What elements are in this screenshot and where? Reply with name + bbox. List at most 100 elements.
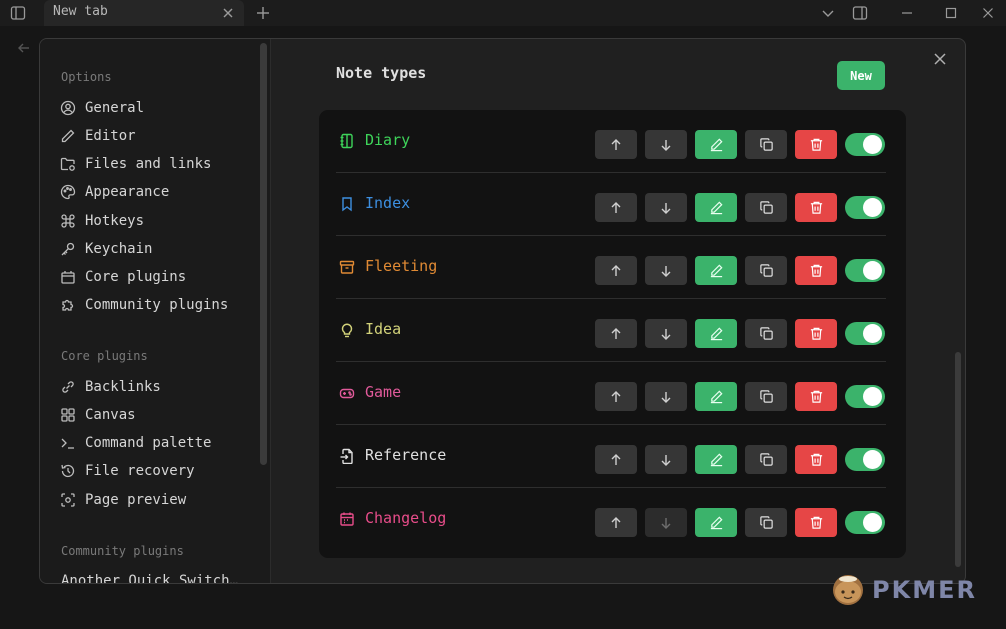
edit-button[interactable] xyxy=(695,193,737,222)
sidebar-item-keychain[interactable]: Keychain xyxy=(59,237,152,261)
settings-sidebar: Options General Editor Files and links A… xyxy=(40,39,271,583)
sidebar-item-community-plugins[interactable]: Community plugins xyxy=(59,293,228,317)
move-up-button[interactable] xyxy=(595,193,637,222)
move-up-button[interactable] xyxy=(595,319,637,348)
close-tab-icon[interactable] xyxy=(218,3,238,23)
watermark-text: PKMER xyxy=(872,576,977,604)
note-type-row: Index xyxy=(319,173,906,236)
note-type-row: Fleeting xyxy=(319,236,906,299)
enable-toggle[interactable] xyxy=(845,448,885,471)
sidebar-item-appearance[interactable]: Appearance xyxy=(59,180,169,204)
sidebar-item-label: Appearance xyxy=(85,184,170,200)
move-down-button[interactable] xyxy=(645,193,687,222)
move-down-button[interactable] xyxy=(645,382,687,411)
duplicate-button[interactable] xyxy=(745,130,787,159)
move-down-button[interactable] xyxy=(645,130,687,159)
duplicate-button[interactable] xyxy=(745,319,787,348)
chevron-down-icon[interactable] xyxy=(818,3,838,23)
duplicate-button[interactable] xyxy=(745,382,787,411)
move-down-button[interactable] xyxy=(645,508,687,537)
move-up-button[interactable] xyxy=(595,508,637,537)
enable-toggle[interactable] xyxy=(845,385,885,408)
maximize-icon[interactable] xyxy=(941,3,961,23)
tab-title: New tab xyxy=(53,4,108,19)
sidebar-item-files-and-links[interactable]: Files and links xyxy=(59,152,211,176)
user-circle-icon xyxy=(59,99,77,117)
delete-button[interactable] xyxy=(795,130,837,159)
tab-new-tab[interactable]: New tab xyxy=(44,0,244,26)
sidebar-toggle-icon[interactable] xyxy=(8,3,28,23)
edit-button[interactable] xyxy=(695,382,737,411)
edit-button[interactable] xyxy=(695,508,737,537)
enable-toggle[interactable] xyxy=(845,133,885,156)
folder-link-icon xyxy=(59,155,77,173)
delete-button[interactable] xyxy=(795,445,837,474)
sidebar-item-general[interactable]: General xyxy=(59,96,144,120)
note-type-row: Game xyxy=(319,362,906,425)
sidebar-item-backlinks[interactable]: Backlinks xyxy=(59,375,161,399)
note-type-name: Changelog xyxy=(365,509,447,527)
delete-button[interactable] xyxy=(795,508,837,537)
enable-toggle[interactable] xyxy=(845,322,885,345)
back-arrow-icon[interactable] xyxy=(14,38,34,58)
page-title: Note types xyxy=(336,64,427,82)
delete-button[interactable] xyxy=(795,256,837,285)
edit-button[interactable] xyxy=(695,256,737,285)
close-modal-icon[interactable] xyxy=(929,48,951,70)
delete-button[interactable] xyxy=(795,193,837,222)
note-type-row: Reference xyxy=(319,425,906,488)
window-close-icon[interactable] xyxy=(978,3,998,23)
edit-button[interactable] xyxy=(695,445,737,474)
sidebar-item-file-recovery[interactable]: File recovery xyxy=(59,459,195,483)
duplicate-button[interactable] xyxy=(745,445,787,474)
duplicate-button[interactable] xyxy=(745,256,787,285)
move-down-button[interactable] xyxy=(645,445,687,474)
enable-toggle[interactable] xyxy=(845,259,885,282)
enable-toggle[interactable] xyxy=(845,196,885,219)
move-up-button[interactable] xyxy=(595,256,637,285)
section-title-community-plugins: Community plugins xyxy=(61,544,184,558)
sidebar-item-canvas[interactable]: Canvas xyxy=(59,403,136,427)
toggle-knob xyxy=(863,450,882,469)
move-up-button[interactable] xyxy=(595,445,637,474)
bookmark-icon xyxy=(338,195,356,213)
sidebar-item-page-preview[interactable]: Page preview xyxy=(59,488,186,512)
note-types-list: Diary Index Fleeting Idea Game Reference… xyxy=(319,110,906,558)
sidebar-item-label: Command palette xyxy=(85,435,212,451)
pkmer-logo: PKMER xyxy=(830,570,1000,610)
edit-button[interactable] xyxy=(695,130,737,159)
sidebar-item-label: Another Quick Switch… xyxy=(61,573,239,584)
content-scrollbar[interactable] xyxy=(955,352,961,567)
move-up-button[interactable] xyxy=(595,382,637,411)
move-down-button[interactable] xyxy=(645,256,687,285)
move-up-button[interactable] xyxy=(595,130,637,159)
note-type-row: Idea xyxy=(319,299,906,362)
edit-button[interactable] xyxy=(695,319,737,348)
note-type-row: Changelog xyxy=(319,488,906,551)
new-note-type-button[interactable]: New xyxy=(837,61,885,90)
new-tab-icon[interactable] xyxy=(253,3,273,23)
sidebar-item-editor[interactable]: Editor xyxy=(59,124,136,148)
right-sidebar-icon[interactable] xyxy=(850,3,870,23)
note-type-name: Diary xyxy=(365,131,411,149)
sidebar-item-command-palette[interactable]: Command palette xyxy=(59,431,211,455)
delete-button[interactable] xyxy=(795,319,837,348)
toggle-knob xyxy=(863,261,882,280)
enable-toggle[interactable] xyxy=(845,511,885,534)
layout-grid-icon xyxy=(59,406,77,424)
sidebar-item-core-plugins[interactable]: Core plugins xyxy=(59,265,186,289)
delete-button[interactable] xyxy=(795,382,837,411)
move-down-button[interactable] xyxy=(645,319,687,348)
duplicate-button[interactable] xyxy=(745,508,787,537)
minimize-icon[interactable] xyxy=(897,3,917,23)
preview-icon xyxy=(59,491,77,509)
sidebar-scrollbar[interactable] xyxy=(260,43,267,465)
settings-modal: Options General Editor Files and links A… xyxy=(39,38,966,584)
duplicate-button[interactable] xyxy=(745,193,787,222)
sidebar-item-hotkeys[interactable]: Hotkeys xyxy=(59,209,144,233)
toggle-knob xyxy=(863,324,882,343)
toggle-knob xyxy=(863,198,882,217)
sidebar-item-another-quick-switcher[interactable]: Another Quick Switch… xyxy=(59,569,239,584)
archive-icon xyxy=(338,258,356,276)
command-icon xyxy=(59,212,77,230)
